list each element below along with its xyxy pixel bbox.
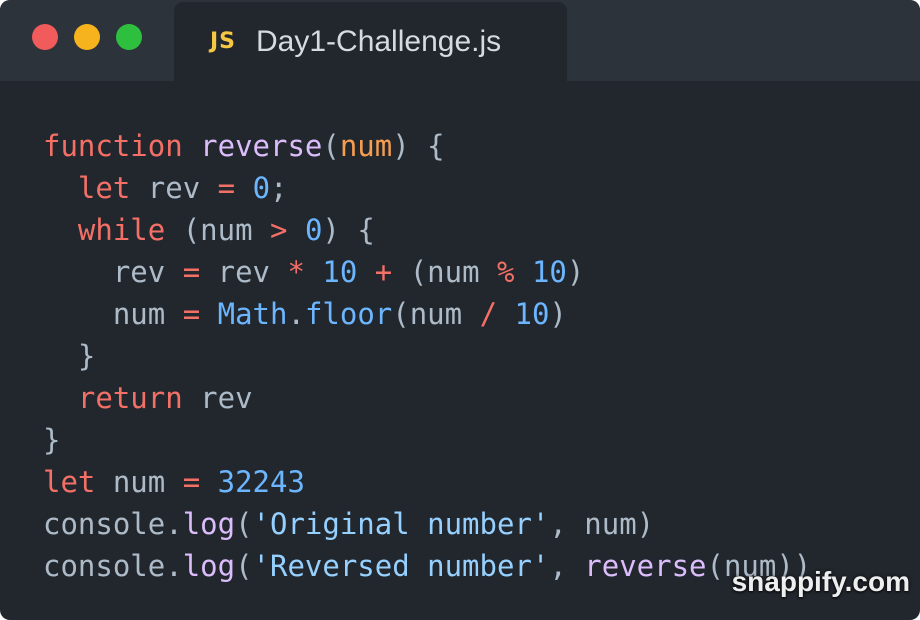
code-token-function-name: log <box>182 507 236 541</box>
code-token-number: 32243 <box>217 465 305 499</box>
code-token-keyword: function <box>43 129 183 163</box>
code-token-function-name: reverse <box>200 129 323 163</box>
code-token-plain: ( <box>322 129 340 163</box>
code-line: } <box>43 419 811 461</box>
code-line: console.log('Original number', num) <box>43 503 811 545</box>
code-line: rev = rev * 10 + (num % 10) <box>43 251 811 293</box>
code-token-plain: ) <box>549 297 567 331</box>
code-token-keyword: > <box>270 213 288 247</box>
code-token-plain: } <box>43 423 61 457</box>
code-token-plain: . <box>287 297 305 331</box>
code-token-keyword: = <box>182 255 201 289</box>
code-token-plain: rev <box>130 171 218 205</box>
javascript-file-icon: JS <box>210 29 237 54</box>
code-token-number: Math <box>217 297 288 331</box>
code-token-plain: ) { <box>392 129 445 163</box>
code-token-number: floor <box>304 297 393 331</box>
code-token-plain: ( <box>235 507 253 541</box>
code-token-keyword: / <box>479 297 498 331</box>
code-token-plain: console. <box>43 549 183 583</box>
code-token-plain: , <box>549 549 585 583</box>
code-token-plain: (num <box>165 213 270 247</box>
code-token-plain: ) <box>566 255 585 289</box>
code-line: function reverse(num) { <box>43 125 811 167</box>
code-token-number: 10 <box>531 255 567 289</box>
code-line: num = Math.floor(num / 10) <box>43 293 811 335</box>
code-token-plain: (num <box>392 297 480 331</box>
code-token-keyword: let <box>43 465 96 499</box>
code-token-plain: } <box>43 339 96 373</box>
code-token-string: 'Original number' <box>252 507 550 541</box>
code-token-plain: ; <box>270 171 288 205</box>
code-token-parameter: num <box>339 129 393 163</box>
code-token-plain: ) { <box>322 213 375 247</box>
code-token-number: 10 <box>322 255 358 289</box>
code-token-plain: console. <box>43 507 183 541</box>
code-token-plain: rev <box>200 255 288 289</box>
code-token-keyword: return <box>77 381 183 415</box>
code-token-plain: num <box>95 465 183 499</box>
code-line: } <box>43 335 811 377</box>
code-line: while (num > 0) { <box>43 209 811 251</box>
code-token-keyword: = <box>217 171 236 205</box>
code-token-keyword: % <box>497 255 515 289</box>
code-token-plain: rev <box>43 255 183 289</box>
code-token-plain: (num <box>392 255 498 289</box>
code-token-keyword: + <box>374 255 393 289</box>
code-token-keyword: = <box>182 297 201 331</box>
file-tab[interactable]: JS Day1-Challenge.js <box>174 2 567 81</box>
code-window: JS Day1-Challenge.js function reverse(nu… <box>0 0 920 620</box>
code-token-plain: , num) <box>549 507 655 541</box>
code-token-keyword: = <box>182 465 201 499</box>
code-token-plain: ( <box>235 549 253 583</box>
title-bar: JS Day1-Challenge.js <box>0 0 920 81</box>
code-token-plain: num <box>43 297 183 331</box>
code-editor[interactable]: function reverse(num) { let rev = 0; whi… <box>43 125 811 587</box>
code-token-function-name: log <box>182 549 236 583</box>
file-tab-label: Day1-Challenge.js <box>256 25 502 58</box>
code-token-number: 10 <box>514 297 550 331</box>
code-token-plain: rev <box>182 381 253 415</box>
maximize-icon[interactable] <box>116 24 142 50</box>
watermark-logo: snappify.com <box>731 566 910 597</box>
code-token-string: 'Reversed number' <box>252 549 550 583</box>
code-token-number: 0 <box>252 171 271 205</box>
close-icon[interactable] <box>32 24 58 50</box>
code-line: return rev <box>43 377 811 419</box>
code-token-number: 0 <box>304 213 323 247</box>
code-token-keyword: while <box>77 213 166 247</box>
code-line: let num = 32243 <box>43 461 811 503</box>
minimize-icon[interactable] <box>74 24 100 50</box>
code-line: let rev = 0; <box>43 167 811 209</box>
code-token-keyword: * <box>287 255 305 289</box>
code-line: console.log('Reversed number', reverse(n… <box>43 545 811 587</box>
code-token-function-name: reverse <box>584 549 707 583</box>
code-token-keyword: let <box>77 171 131 205</box>
